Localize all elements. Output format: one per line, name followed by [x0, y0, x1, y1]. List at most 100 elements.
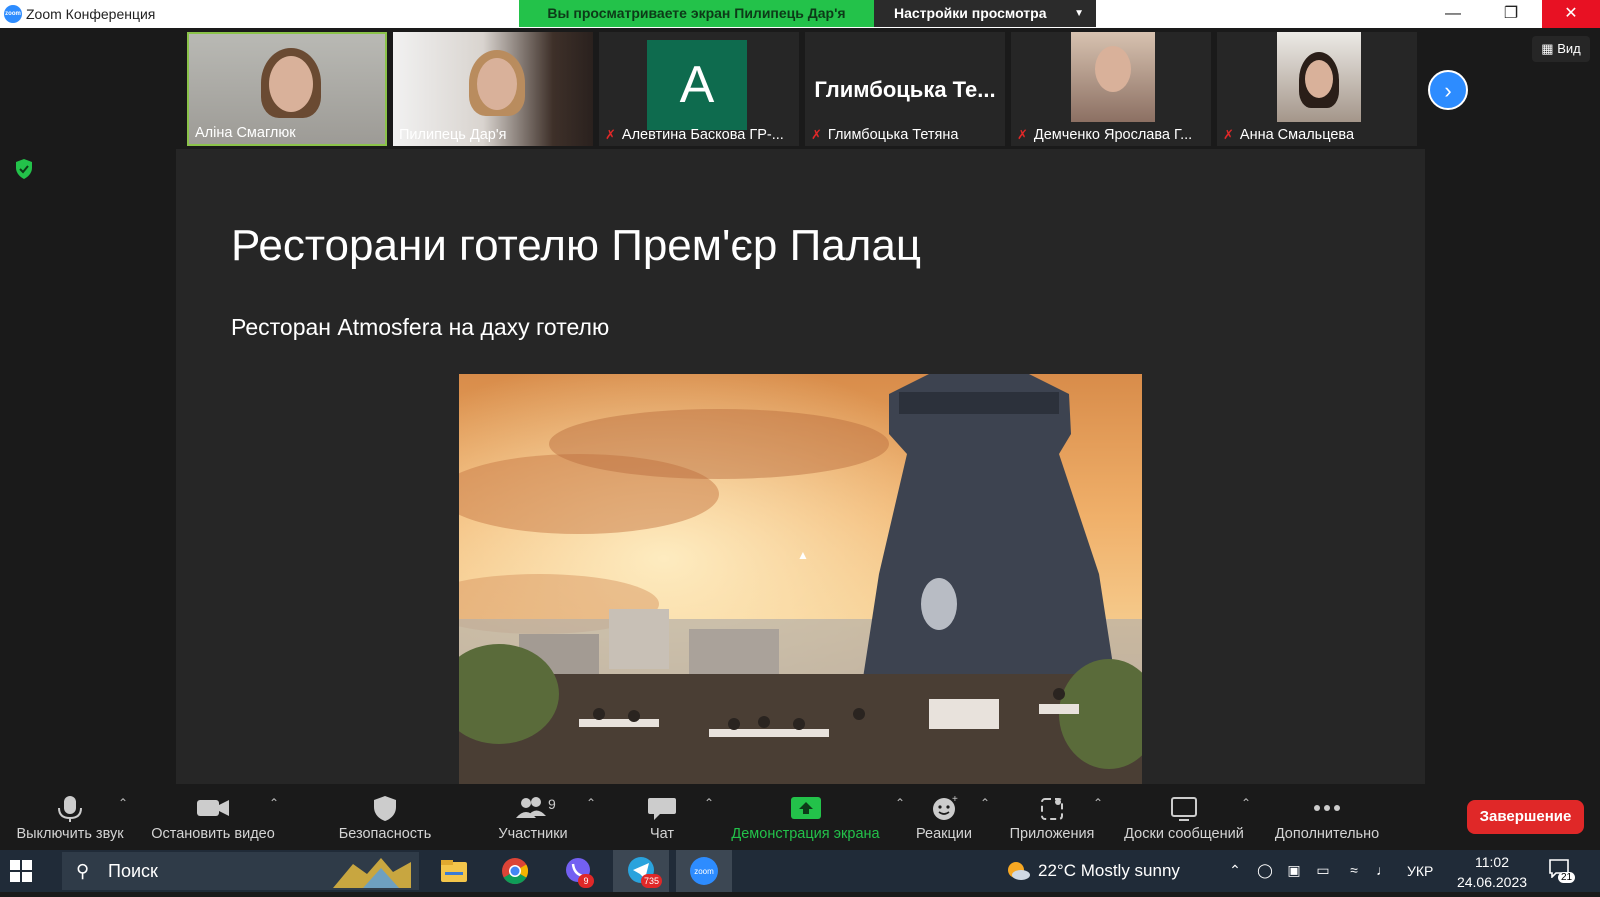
mic-off-icon: ✗: [811, 127, 822, 142]
security-label: Безопасность: [338, 826, 432, 842]
search-highlight-image: [333, 858, 411, 888]
chat-button[interactable]: ⌃ Чат: [630, 784, 714, 850]
svg-text:+: +: [952, 794, 958, 805]
chevron-up-icon[interactable]: ⌃: [1226, 862, 1244, 880]
reactions-label: Реакции: [915, 826, 972, 842]
notifications-icon[interactable]: 21: [1548, 858, 1576, 886]
video-feed-face: [269, 56, 313, 112]
chevron-up-icon[interactable]: ⌃: [1241, 796, 1251, 810]
weather-sun-icon: [1008, 862, 1030, 880]
windows-start-icon[interactable]: [10, 860, 32, 882]
mute-button[interactable]: ⌃ Выключить звук: [8, 784, 132, 850]
reactions-button[interactable]: + ⌃ Реакции: [904, 784, 990, 850]
meeting-toolbar: ⌃ Выключить звук ⌃ Остановить видео Безо…: [0, 784, 1600, 850]
participant-name: Аліна Смаглюк: [195, 125, 296, 141]
apps-button[interactable]: ⌃ Приложения: [1005, 784, 1103, 850]
chevron-down-icon: ▼: [1074, 8, 1084, 19]
battery-icon[interactable]: ▭: [1314, 862, 1332, 880]
minimize-button[interactable]: —: [1424, 0, 1482, 28]
whiteboards-label: Доски сообщений: [1124, 826, 1244, 842]
end-meeting-button[interactable]: Завершение: [1467, 800, 1584, 834]
participants-count: 9: [548, 796, 556, 812]
chevron-up-icon[interactable]: ⌃: [586, 796, 596, 810]
viber-icon[interactable]: 9: [550, 850, 606, 892]
participant-tile[interactable]: A ✗ Алевтина Баскова ГР-...: [599, 32, 799, 146]
participants-button[interactable]: 9 ⌃ Участники: [478, 784, 596, 850]
chevron-up-icon[interactable]: ⌃: [704, 796, 714, 810]
telegram-badge: 735: [641, 874, 663, 888]
zoom-taskbar-icon[interactable]: zoom: [676, 850, 732, 892]
participant-tile[interactable]: Пилипець Дар'я: [393, 32, 593, 146]
view-button[interactable]: ▦ Вид: [1532, 36, 1590, 62]
participant-name-row: ✗ Глимбоцька Тетяна: [805, 124, 964, 146]
share-screen-icon: [723, 794, 888, 822]
meeting-area: Аліна Смаглюк Пилипець Дар'я A ✗ Алевтина…: [0, 28, 1600, 784]
more-button[interactable]: Дополнительно: [1265, 784, 1389, 850]
more-dots-icon: [1265, 794, 1389, 822]
screen-icon[interactable]: ▣: [1285, 862, 1303, 880]
windows-logo-pane: [22, 872, 32, 882]
participant-name: Демченко Ярослава Г...: [1033, 127, 1193, 143]
taskbar-search[interactable]: ⚲ Поиск: [62, 852, 419, 890]
weather-text: 22°C Mostly sunny: [1038, 861, 1180, 880]
language-indicator[interactable]: УКР: [1407, 863, 1433, 879]
file-explorer-icon[interactable]: [425, 850, 481, 892]
apps-icon: [1005, 794, 1099, 822]
clock-date[interactable]: 24.06.2023: [1450, 874, 1534, 890]
video-feed-face: [477, 58, 517, 110]
stop-video-button[interactable]: ⌃ Остановить видео: [147, 784, 279, 850]
video-camera-icon: [147, 794, 279, 822]
speaker-icon[interactable]: ♩: [1374, 862, 1392, 880]
zoom-logo-icon: zoom: [4, 5, 22, 23]
participant-name: Пилипець Дар'я: [399, 127, 507, 143]
search-icon: ⚲: [76, 861, 90, 881]
whiteboards-button[interactable]: ⌃ Доски сообщений: [1117, 784, 1251, 850]
chevron-right-icon: ›: [1444, 78, 1452, 103]
smiley-icon: +: [904, 794, 984, 822]
chrome-icon[interactable]: [487, 850, 543, 892]
participant-name: Анна Смальцева: [1239, 127, 1355, 143]
video-feed-face: [1095, 46, 1131, 92]
participant-name-row: ✗ Анна Смальцева: [1217, 124, 1360, 146]
microphone-icon: [8, 794, 132, 822]
whiteboard-icon: [1117, 794, 1251, 822]
participant-name: Глимбоцька Тетяна: [827, 127, 959, 143]
next-page-button[interactable]: ›: [1428, 70, 1468, 110]
encryption-shield-icon[interactable]: [14, 158, 36, 182]
chevron-up-icon[interactable]: ⌃: [980, 796, 990, 810]
view-settings-dropdown[interactable]: Настройки просмотра ▼: [874, 0, 1096, 27]
microphone-icon[interactable]: ◯: [1256, 862, 1274, 880]
close-button[interactable]: ✕: [1542, 0, 1600, 28]
notification-count: 21: [1558, 872, 1576, 883]
participant-tile[interactable]: Аліна Смаглюк: [187, 32, 387, 146]
restore-button[interactable]: ❐: [1482, 0, 1540, 28]
windows-taskbar: ⚲ Поиск 9 735 zoom 22°C Mostly sunny ⌃ ◯…: [0, 850, 1600, 892]
chevron-up-icon[interactable]: ⌃: [269, 796, 279, 810]
participant-name: Алевтина Баскова ГР-...: [621, 127, 784, 143]
shield-icon: [330, 794, 440, 822]
participant-tile[interactable]: ✗ Демченко Ярослава Г...: [1011, 32, 1211, 146]
chevron-up-icon[interactable]: ⌃: [1093, 796, 1103, 810]
participant-tile[interactable]: ✗ Анна Смальцева: [1217, 32, 1417, 146]
share-banner: Вы просматриваете экран Пилипець Дар'я: [519, 0, 874, 27]
windows-logo-pane: [10, 860, 20, 870]
wifi-icon[interactable]: ≈: [1345, 862, 1363, 880]
weather-widget[interactable]: 22°C Mostly sunny: [1006, 850, 1180, 892]
grid-icon: ▦: [1541, 41, 1554, 56]
participant-tile[interactable]: Глимбоцька Те... ✗ Глимбоцька Тетяна: [805, 32, 1005, 146]
title-bar: zoom Zoom Конференция Вы просматриваете …: [0, 0, 1600, 28]
slide-photo: [459, 374, 1142, 784]
chevron-up-icon[interactable]: ⌃: [118, 796, 128, 810]
apps-label: Приложения: [1009, 826, 1095, 842]
chat-bubble-icon: [630, 794, 694, 822]
zoom-taskbar-label: zoom: [694, 867, 714, 876]
share-screen-button[interactable]: ⌃ Демонстрация экрана: [723, 784, 905, 850]
windows-logo-pane: [10, 872, 20, 882]
participant-name-row: ✗ Демченко Ярослава Г...: [1011, 124, 1198, 146]
participants-icon: [478, 794, 588, 822]
viber-badge: 9: [578, 874, 594, 888]
chat-label: Чат: [649, 826, 675, 842]
clock-time[interactable]: 11:02: [1455, 854, 1529, 870]
telegram-icon[interactable]: 735: [613, 850, 669, 892]
security-button[interactable]: Безопасность: [330, 784, 440, 850]
